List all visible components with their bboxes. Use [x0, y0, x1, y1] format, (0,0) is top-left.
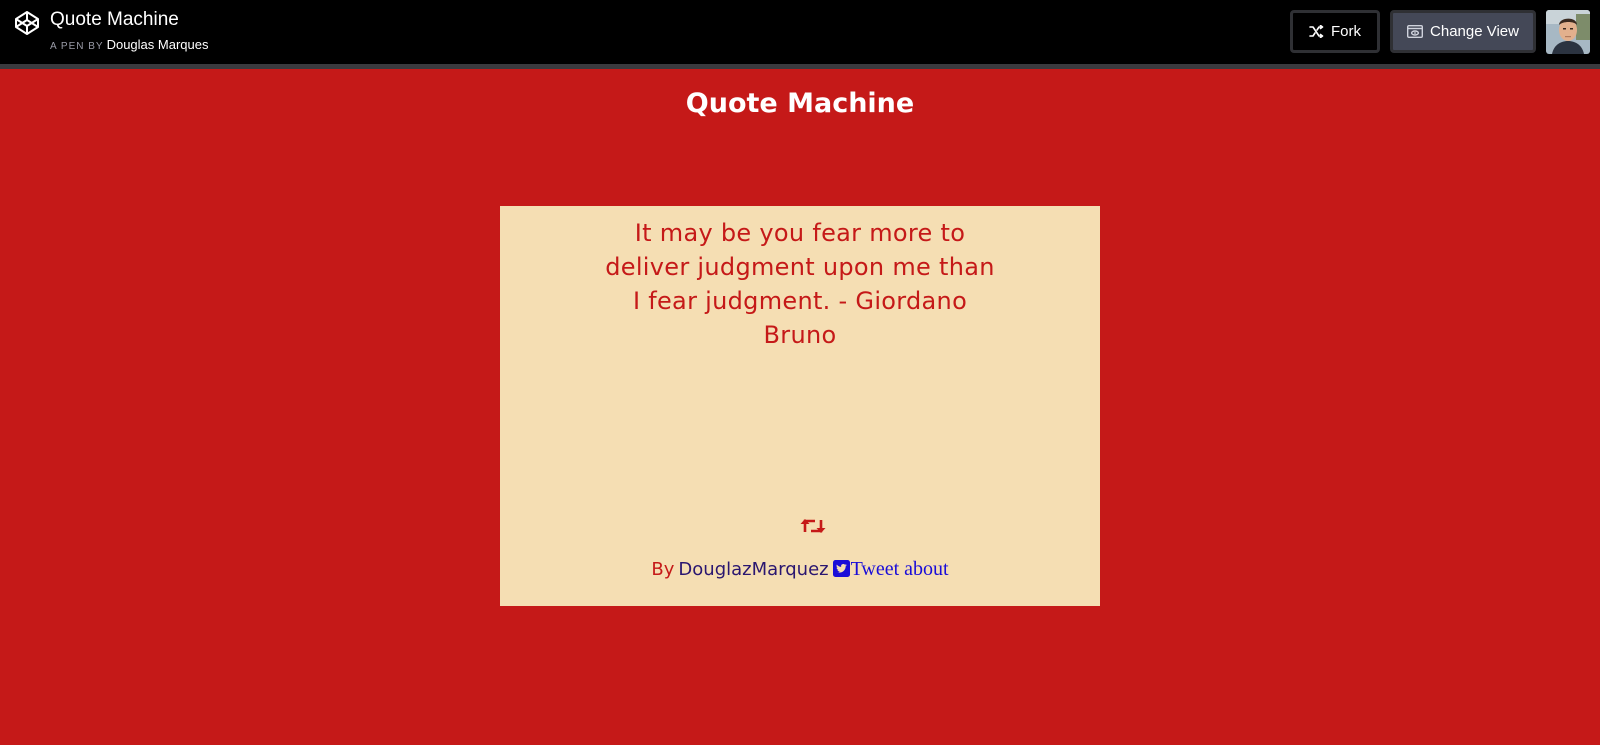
- credit-line: By DouglazMarquez Tweet about: [500, 558, 1100, 581]
- author-link[interactable]: Douglas Marques: [107, 37, 209, 52]
- avatar-image: [1546, 10, 1590, 54]
- tweet-link[interactable]: Tweet about: [832, 558, 949, 580]
- twitter-square-icon: [832, 560, 850, 577]
- quote-text: It may be you fear more to deliver judgm…: [605, 219, 995, 349]
- user-avatar[interactable]: [1546, 10, 1590, 54]
- change-view-label: Change View: [1430, 23, 1519, 40]
- retweet-icon[interactable]: [800, 516, 826, 536]
- quote-card: It may be you fear more to deliver judgm…: [500, 206, 1100, 606]
- credit-author-link[interactable]: DouglazMarquez: [678, 559, 828, 580]
- pen-title: Quote Machine: [50, 9, 179, 30]
- pen-byline: A PEN BY Douglas Marques: [50, 37, 208, 52]
- topbar-divider: [0, 64, 1600, 69]
- byline-prefix: A PEN BY: [50, 41, 104, 52]
- credit-prefix: By: [651, 559, 675, 580]
- tweet-label: Tweet about: [850, 558, 949, 580]
- topbar: Quote Machine A PEN BY Douglas Marques Fo…: [0, 0, 1600, 64]
- page-title: Quote Machine: [685, 88, 915, 119]
- fork-label: Fork: [1331, 23, 1361, 40]
- fork-button[interactable]: Fork: [1290, 10, 1380, 53]
- change-view-icon: [1407, 25, 1424, 38]
- change-view-button[interactable]: Change View: [1390, 10, 1536, 53]
- fork-icon: [1309, 25, 1324, 38]
- codepen-logo-icon[interactable]: [14, 10, 40, 36]
